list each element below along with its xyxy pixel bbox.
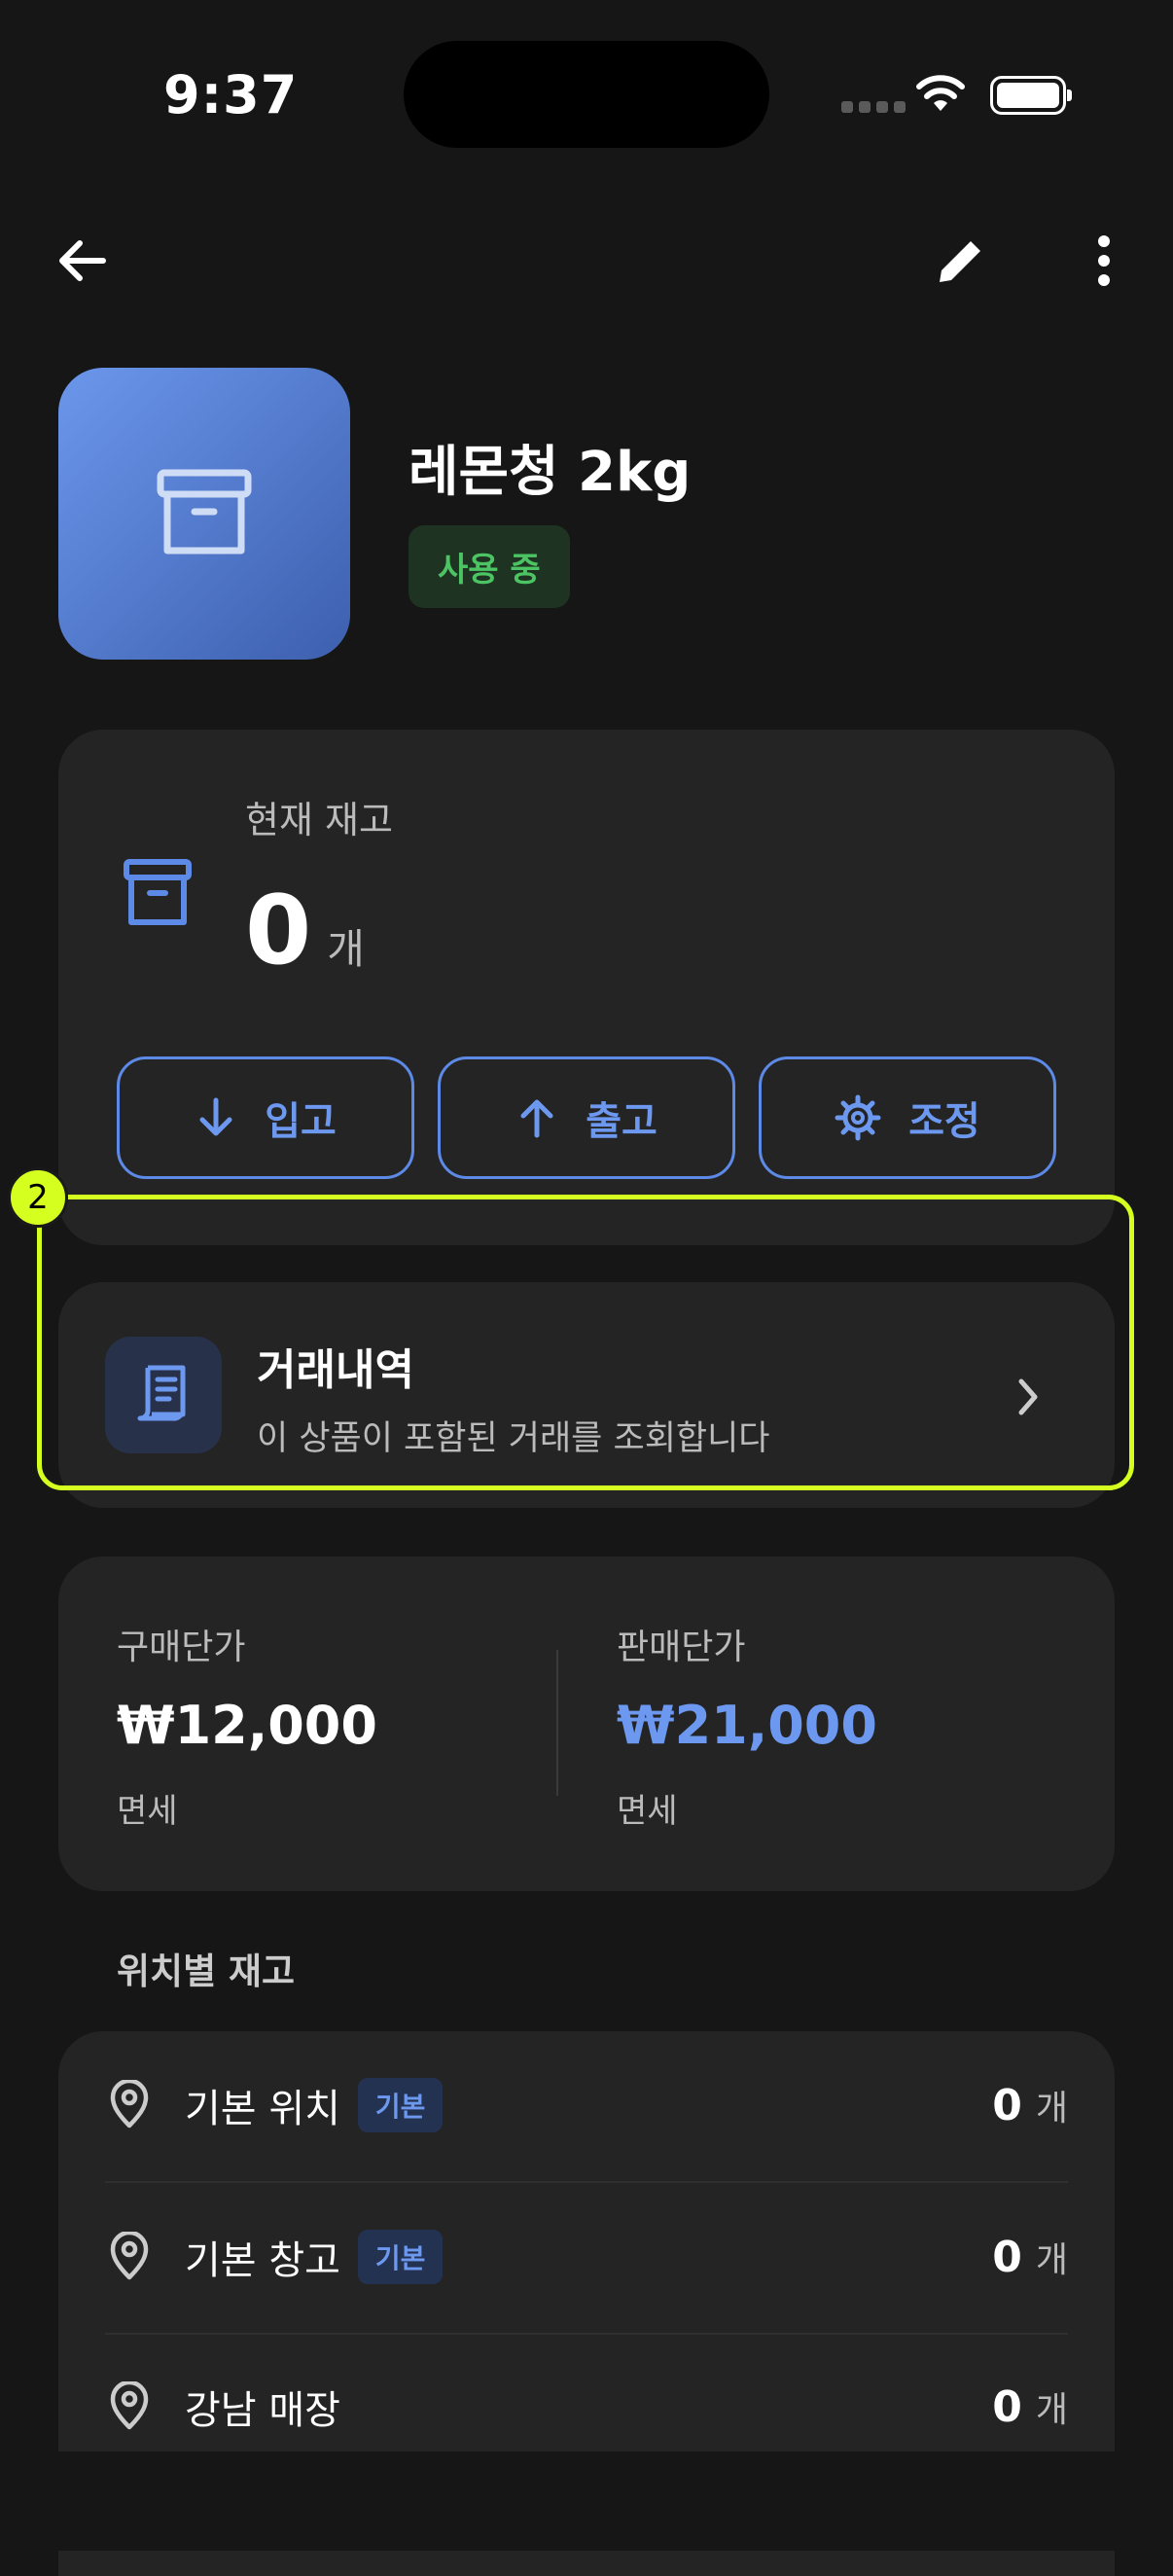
price-divider xyxy=(556,1650,558,1796)
status-badge: 사용 중 xyxy=(409,525,570,608)
location-pin-icon xyxy=(110,2232,149,2280)
back-arrow-icon[interactable] xyxy=(53,232,111,290)
location-unit: 개 xyxy=(1035,2089,1068,2129)
location-name: 기본 위치 xyxy=(185,2087,340,2131)
location-pin-icon xyxy=(110,2080,149,2129)
archive-box-icon xyxy=(157,469,252,555)
stock-value-row: 0 개 xyxy=(245,876,365,986)
signal-icon xyxy=(841,101,906,113)
location-unit: 개 xyxy=(1035,2390,1068,2430)
location-unit: 개 xyxy=(1035,2240,1068,2280)
status-time: 9:37 xyxy=(163,64,299,125)
location-name: 강남 매장 xyxy=(185,2388,340,2433)
default-badge: 기본 xyxy=(357,2078,444,2132)
highlight-frame xyxy=(37,1195,1134,1490)
stock-adjust-label: 조정 xyxy=(908,1099,980,1144)
stock-value: 0 xyxy=(245,876,312,986)
gear-icon xyxy=(835,1094,881,1141)
price-card: 구매단가 ₩12,000 면세 판매단가 ₩21,000 면세 xyxy=(58,1556,1115,1891)
stock-in-button[interactable]: 입고 xyxy=(117,1056,414,1179)
stock-label: 현재 재고 xyxy=(245,799,393,841)
sale-price-value: ₩21,000 xyxy=(617,1695,877,1756)
default-badge: 기본 xyxy=(357,2230,444,2284)
arrow-down-icon xyxy=(199,1097,232,1136)
stock-box-icon xyxy=(124,859,192,925)
location-row[interactable]: 강남 매장 0 개 xyxy=(105,2333,1068,2481)
location-pin-icon xyxy=(110,2381,149,2430)
highlight-marker: 2 xyxy=(8,1167,68,1228)
arrow-up-icon xyxy=(520,1099,553,1138)
product-name: 레몬청 2kg xyxy=(409,441,692,504)
sale-price-label: 판매단가 xyxy=(617,1628,746,1667)
product-thumbnail xyxy=(58,368,350,660)
location-row[interactable]: 기본 창고 기본 0 개 xyxy=(105,2181,1068,2333)
sale-tax-label: 면세 xyxy=(617,1792,678,1831)
location-qty: 0 xyxy=(992,2080,1022,2130)
location-qty: 0 xyxy=(992,2381,1022,2432)
pencil-icon[interactable] xyxy=(932,232,990,290)
stock-adjust-button[interactable]: 조정 xyxy=(759,1056,1056,1179)
stock-card: 현재 재고 0 개 입고 출고 조정 xyxy=(58,730,1115,1245)
highlight-marker-number: 2 xyxy=(27,1178,49,1217)
location-name: 기본 창고 xyxy=(185,2238,340,2283)
dynamic-island xyxy=(404,41,769,148)
location-row[interactable]: 기본 위치 기본 0 개 xyxy=(105,2029,1068,2181)
location-qty: 0 xyxy=(992,2232,1022,2282)
purchase-price-value: ₩12,000 xyxy=(117,1695,377,1756)
purchase-price-label: 구매단가 xyxy=(117,1628,246,1667)
stock-unit: 개 xyxy=(327,925,365,973)
wifi-icon xyxy=(916,75,965,111)
purchase-tax-label: 면세 xyxy=(117,1792,178,1831)
battery-icon xyxy=(990,76,1072,115)
stock-out-label: 출고 xyxy=(586,1099,658,1144)
stock-out-button[interactable]: 출고 xyxy=(438,1056,735,1179)
locations-section-title: 위치별 재고 xyxy=(117,1950,296,1992)
stock-in-label: 입고 xyxy=(265,1099,337,1144)
more-vertical-icon[interactable] xyxy=(1089,232,1119,290)
